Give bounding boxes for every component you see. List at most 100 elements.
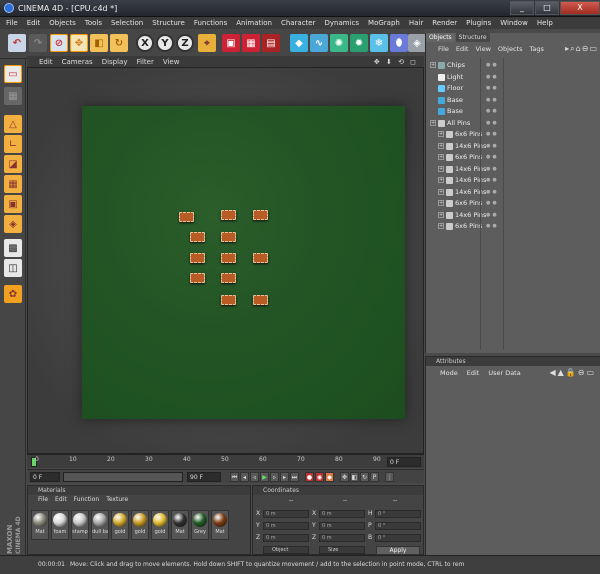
material-swatch[interactable]: Mat	[211, 510, 229, 540]
menu-dynamics[interactable]: Dynamics	[325, 19, 360, 27]
object-row[interactable]: Floor ●●	[426, 83, 600, 94]
close-button[interactable]: X	[560, 0, 600, 15]
keyframe-selection-icon[interactable]: ◆	[325, 472, 334, 482]
position-z-field[interactable]: 0 m	[263, 534, 309, 542]
start-frame-field[interactable]: 0 F	[30, 472, 60, 482]
size-z-field[interactable]: 0 m	[319, 534, 365, 542]
object-name[interactable]: Base	[447, 95, 463, 106]
viewport-nav-icons[interactable]: ✥ ⬇ ⟲ ◻	[374, 58, 418, 66]
menu-window[interactable]: Window	[500, 19, 528, 27]
viewport-menu-edit[interactable]: Edit	[39, 58, 53, 66]
apply-button[interactable]: Apply	[376, 546, 420, 555]
object-row[interactable]: Light ●●	[426, 72, 600, 83]
green-floor-plane[interactable]	[82, 106, 405, 419]
timeline-ruler[interactable]: 0 10 20 30 40 50 60 70 80 90 0 F	[27, 454, 424, 468]
expand-toggle-icon[interactable]: +	[430, 62, 436, 68]
visibility-dots-icon[interactable]: ●●	[486, 189, 499, 195]
point-level-icon[interactable]: ⋮	[385, 472, 394, 482]
axis-y-button[interactable]: Y	[156, 34, 174, 52]
rotate-tool-icon[interactable]: ↻	[110, 34, 128, 52]
range-slider[interactable]	[63, 472, 183, 482]
play-icon[interactable]: ▶	[260, 472, 269, 482]
object-name[interactable]: 14x6 Pins	[455, 164, 486, 175]
chip-part[interactable]	[190, 273, 205, 283]
position-key-icon[interactable]: ✥	[340, 472, 349, 482]
prev-frame-icon[interactable]: ◃	[250, 472, 259, 482]
position-y-field[interactable]: 0 m	[263, 522, 309, 530]
material-swatch[interactable]: gold	[111, 510, 129, 540]
material-swatch[interactable]: stamp	[71, 510, 89, 540]
chip-part[interactable]	[221, 232, 236, 242]
rotation-p-field[interactable]: 0 °	[375, 522, 421, 530]
object-row[interactable]: +14x6 Pins ●●	[426, 164, 600, 175]
object-name[interactable]: 14x6 Pins	[455, 210, 486, 221]
menu-hair[interactable]: Hair	[409, 19, 423, 27]
object-name[interactable]: 6x6 Pins	[455, 152, 482, 163]
workplane-icon[interactable]: ◫	[4, 259, 22, 277]
object-row[interactable]: +6x6 Pins ●●	[426, 129, 600, 140]
menu-edit[interactable]: Edit	[27, 19, 41, 27]
material-swatch[interactable]: gold	[131, 510, 149, 540]
visibility-dots-icon[interactable]: ●●	[486, 154, 499, 160]
object-row[interactable]: +6x6 Pins ●●	[426, 198, 600, 209]
axis-z-button[interactable]: Z	[176, 34, 194, 52]
use-object-icon[interactable]: ▦	[4, 87, 22, 105]
material-swatch[interactable]: Mat	[171, 510, 189, 540]
object-name[interactable]: Floor	[447, 83, 463, 94]
object-name[interactable]: 6x6 Pins	[455, 198, 482, 209]
attributes-menu-mode[interactable]: Mode	[440, 369, 458, 377]
visibility-dots-icon[interactable]: ●●	[486, 212, 499, 218]
prev-key-icon[interactable]: ◂	[240, 472, 249, 482]
material-swatch[interactable]: foam	[51, 510, 69, 540]
attributes-menu-user-data[interactable]: User Data	[488, 369, 520, 377]
texture-axis-icon[interactable]: ▣	[4, 195, 22, 213]
menu-help[interactable]: Help	[537, 19, 553, 27]
expand-toggle-icon[interactable]: +	[438, 131, 444, 137]
visibility-dots-icon[interactable]: ●●	[486, 177, 499, 183]
menu-animation[interactable]: Animation	[236, 19, 272, 27]
undo-icon[interactable]: ↶	[8, 34, 26, 52]
current-frame-field[interactable]: 0 F	[387, 457, 421, 467]
new-window-icon[interactable]: ▭	[589, 44, 598, 53]
rotation-h-field[interactable]: 0 °	[375, 510, 421, 518]
menu-selection[interactable]: Selection	[111, 19, 143, 27]
size-y-field[interactable]: 0 m	[319, 522, 365, 530]
visibility-dots-icon[interactable]: ●●	[486, 143, 499, 149]
use-polygons-icon[interactable]: ◪	[4, 155, 22, 173]
visibility-dots-icon[interactable]: ●●	[486, 62, 499, 68]
menu-plugins[interactable]: Plugins	[466, 19, 491, 27]
expand-toggle-icon[interactable]: +	[438, 200, 444, 206]
object-row[interactable]: + All Pins ●●	[426, 118, 600, 129]
chip-part[interactable]	[253, 253, 268, 263]
position-x-field[interactable]: 0 m	[263, 510, 309, 518]
render-view-icon[interactable]: ▣	[222, 34, 240, 52]
object-row[interactable]: Base ●●	[426, 95, 600, 106]
object-name[interactable]: Base	[447, 106, 463, 117]
camera-icon[interactable]: ◈	[408, 34, 426, 52]
menu-functions[interactable]: Functions	[194, 19, 227, 27]
object-row[interactable]: +14x6 Pins ●●	[426, 187, 600, 198]
object-row[interactable]: + Chips ●●	[426, 60, 600, 71]
visibility-dots-icon[interactable]: ●●	[486, 166, 499, 172]
coord-size-select[interactable]: Size	[319, 546, 365, 554]
material-swatch[interactable]: Mat	[31, 510, 49, 540]
render-settings-icon[interactable]: ▤	[262, 34, 280, 52]
animation-mode-icon[interactable]: ✿	[4, 285, 22, 303]
viewport-menu-cameras[interactable]: Cameras	[62, 58, 93, 66]
axis-x-button[interactable]: X	[136, 34, 154, 52]
expand-toggle-icon[interactable]: +	[438, 154, 444, 160]
objects-menu-file[interactable]: File	[438, 45, 449, 53]
object-name[interactable]: Chips	[447, 60, 465, 71]
use-points-icon[interactable]: △	[4, 115, 22, 133]
object-name[interactable]: All Pins	[447, 118, 470, 129]
object-name[interactable]: 14x6 Pins	[455, 141, 486, 152]
object-row[interactable]: +14x6 Pins ●●	[426, 141, 600, 152]
scene-icon[interactable]: ⬮	[390, 34, 408, 52]
viewport-menu-view[interactable]: View	[163, 58, 180, 66]
object-name[interactable]: 6x6 Pins	[455, 129, 482, 140]
object-axis-icon[interactable]: ◈	[4, 215, 22, 233]
chip-part[interactable]	[190, 232, 205, 242]
up-arrow-icon[interactable]: ▲	[558, 368, 566, 377]
rotation-key-icon[interactable]: ↻	[360, 472, 369, 482]
move-tool-icon[interactable]: ✥	[70, 34, 88, 52]
